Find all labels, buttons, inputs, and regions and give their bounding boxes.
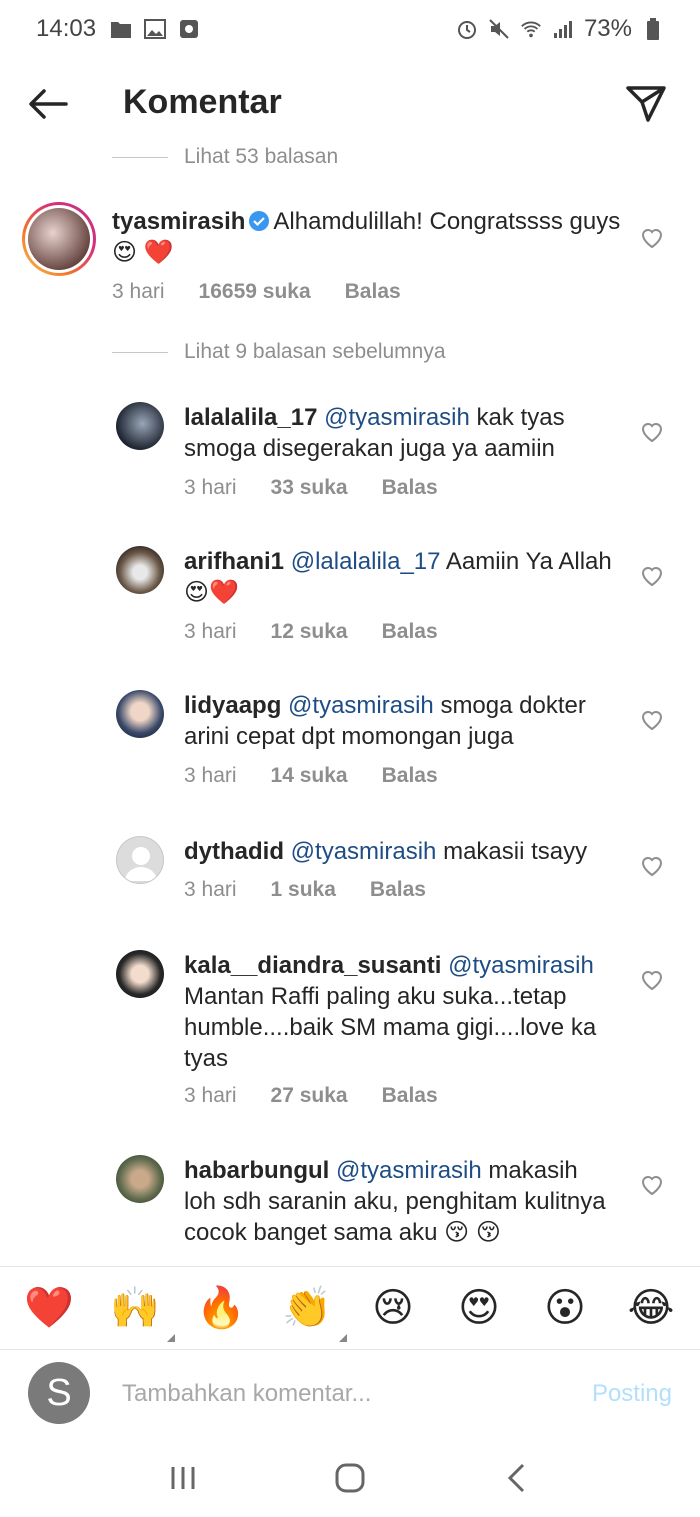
my-avatar: S: [28, 1362, 90, 1424]
comment-meta: 3 hari 14 suka Balas: [184, 764, 438, 788]
share-button[interactable]: [622, 80, 670, 128]
skin-tone-indicator-icon: [167, 1334, 175, 1342]
heart-icon[interactable]: [640, 968, 664, 992]
comment-username[interactable]: lalalalila_17: [184, 404, 317, 431]
system-nav-bar: [0, 1438, 700, 1517]
status-bar: 14:03 73%: [0, 0, 700, 58]
avatar[interactable]: [116, 690, 164, 738]
wifi-icon: [520, 18, 542, 40]
heart-icon[interactable]: [640, 226, 664, 250]
arrow-left-icon: [29, 89, 68, 119]
recents-button[interactable]: [153, 1453, 213, 1503]
post-button[interactable]: Posting: [592, 1380, 672, 1408]
like-count[interactable]: 33 suka: [271, 476, 348, 500]
signal-icon: [552, 18, 574, 40]
skin-tone-indicator-icon: [339, 1334, 347, 1342]
emoji-clapping[interactable]: 👏: [277, 1288, 347, 1342]
emoji-raising-hands[interactable]: 🙌: [105, 1288, 175, 1342]
mention-link[interactable]: @tyasmirasih: [288, 692, 434, 719]
back-button[interactable]: [24, 80, 72, 128]
comment-username[interactable]: arifhani1: [184, 548, 284, 575]
emoji-heart-eyes[interactable]: 😍: [449, 1288, 509, 1328]
mention-link[interactable]: @lalalalila_17: [291, 548, 441, 575]
comment-text: tyasmirasih Alhamdulillah! Congratssss gu…: [112, 206, 622, 268]
avatar[interactable]: [116, 546, 164, 594]
mention-link[interactable]: @tyasmirasih: [324, 404, 470, 431]
emoji-laughing[interactable]: 😂: [621, 1288, 681, 1328]
like-count[interactable]: 16659 suka: [199, 280, 311, 304]
comment-meta: 3 hari 33 suka Balas: [184, 476, 438, 500]
comments-list[interactable]: Lihat 53 balasan tyasmirasih Alhamdulilla…: [0, 140, 700, 1266]
comment-text: lidyaapg @tyasmirasih smoga dokter arini…: [184, 692, 586, 750]
home-button[interactable]: [320, 1453, 380, 1503]
view-replies-link[interactable]: Lihat 53 balasan: [112, 145, 338, 169]
heart-icon[interactable]: [640, 564, 664, 588]
heart-icon[interactable]: [640, 854, 664, 878]
paper-plane-icon: [626, 86, 666, 122]
emoji-reaction-bar: ❤️ 🙌 🔥 👏 😢 😍 😮 😂: [0, 1266, 700, 1350]
comment-username[interactable]: kala__diandra_susanti: [184, 952, 441, 979]
battery-icon: [642, 18, 664, 40]
comment-composer: S Posting: [0, 1352, 700, 1438]
comment-text: dythadid @tyasmirasih makasii tsayy: [184, 838, 588, 865]
page-title: Komentar: [123, 83, 282, 121]
verified-badge-icon: [249, 211, 270, 231]
emoji-heart[interactable]: ❤️: [19, 1288, 79, 1328]
avatar[interactable]: [116, 402, 164, 450]
avatar[interactable]: [116, 1155, 164, 1203]
folder-icon: [110, 18, 132, 40]
reply-button[interactable]: Balas: [370, 878, 426, 902]
comment-meta: 3 hari 12 suka Balas: [184, 620, 438, 644]
reply-button[interactable]: Balas: [382, 476, 438, 500]
reply-button[interactable]: Balas: [382, 764, 438, 788]
reply-button[interactable]: Balas: [382, 1084, 438, 1108]
system-back-button[interactable]: [487, 1453, 547, 1503]
comment-text: kala__diandra_susanti @tyasmirasih Manta…: [184, 952, 597, 1072]
image-icon: [144, 18, 167, 40]
header: Komentar: [0, 58, 700, 150]
comment-meta: 3 hari 1 suka Balas: [184, 878, 426, 902]
avatar[interactable]: [22, 202, 96, 276]
heart-icon[interactable]: [640, 1173, 664, 1197]
like-count[interactable]: 1 suka: [271, 878, 336, 902]
comment-input[interactable]: [122, 1374, 542, 1414]
emoji-crying[interactable]: 😢: [363, 1288, 423, 1328]
emoji-fire[interactable]: 🔥: [191, 1288, 251, 1328]
reply-button[interactable]: Balas: [345, 280, 401, 304]
comment-username[interactable]: tyasmirasih: [112, 208, 245, 235]
comment-text: habarbungul @tyasmirasih makasih loh sdh…: [184, 1157, 606, 1246]
like-count[interactable]: 27 suka: [271, 1084, 348, 1108]
like-count[interactable]: 12 suka: [271, 620, 348, 644]
emoji-surprised[interactable]: 😮: [535, 1288, 595, 1328]
comment-username[interactable]: lidyaapg: [184, 692, 281, 719]
mention-link[interactable]: @tyasmirasih: [448, 952, 594, 979]
screenshot-icon: [178, 18, 200, 40]
comment-text: arifhani1 @lalalalila_17 Aamiin Ya Allah…: [184, 548, 612, 606]
comment-time: 3 hari: [112, 280, 165, 303]
battery-percent: 73%: [583, 15, 632, 42]
mention-link[interactable]: @tyasmirasih: [336, 1157, 482, 1184]
default-user-icon: [125, 847, 157, 881]
mute-icon: [488, 18, 510, 40]
comment-username[interactable]: habarbungul: [184, 1157, 329, 1184]
home-icon: [335, 1463, 365, 1492]
like-count[interactable]: 14 suka: [271, 764, 348, 788]
mention-link[interactable]: @tyasmirasih: [291, 838, 437, 865]
chevron-left-icon: [507, 1463, 524, 1492]
comment-meta: 3 hari 16659 suka Balas: [112, 280, 435, 304]
avatar[interactable]: [116, 836, 164, 884]
heart-icon[interactable]: [640, 420, 664, 444]
heart-icon[interactable]: [640, 708, 664, 732]
comment-meta: 3 hari 27 suka Balas: [184, 1084, 438, 1108]
view-previous-replies-link[interactable]: Lihat 9 balasan sebelumnya: [112, 340, 446, 364]
avatar[interactable]: [116, 950, 164, 998]
status-time: 14:03: [36, 15, 97, 42]
comment-text: lalalalila_17 @tyasmirasih kak tyas smog…: [184, 404, 565, 462]
reply-button[interactable]: Balas: [382, 620, 438, 644]
comment-username[interactable]: dythadid: [184, 838, 284, 865]
alarm-icon: [456, 18, 478, 40]
recents-icon: [171, 1466, 195, 1489]
